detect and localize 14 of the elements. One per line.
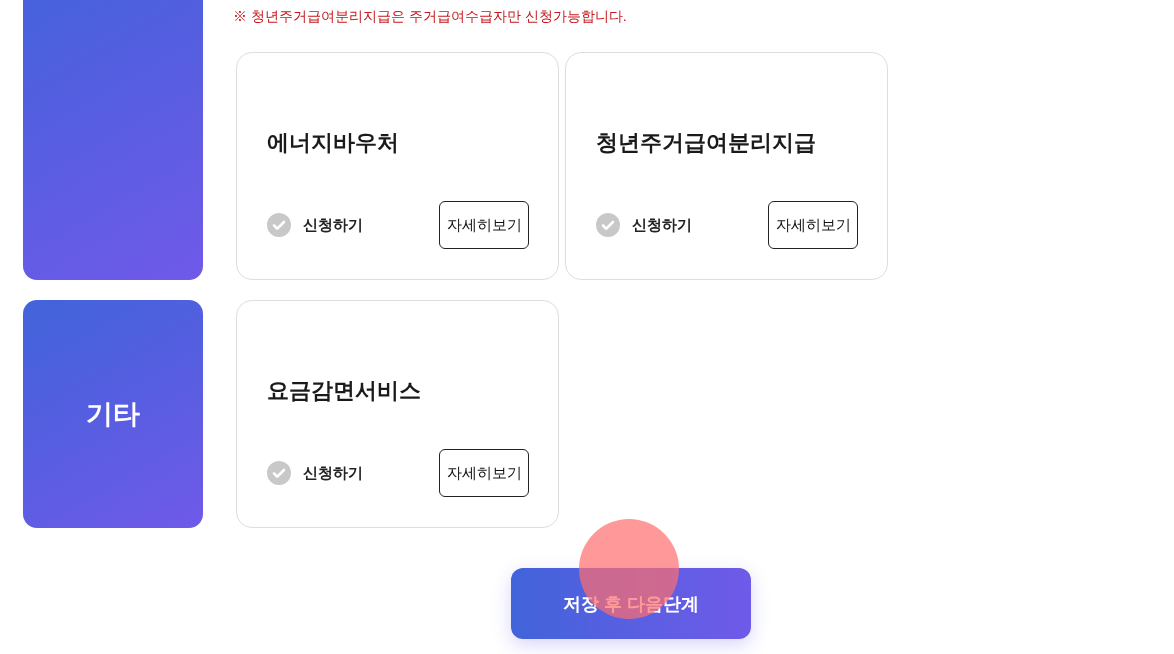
service-title: 요금감면서비스 (267, 377, 422, 405)
details-button[interactable]: 자세히보기 (439, 449, 529, 497)
apply-label[interactable]: 신청하기 (632, 215, 692, 235)
check-circle-icon[interactable] (267, 461, 291, 485)
service-title: 청년주거급여분리지급 (596, 129, 817, 157)
service-title: 에너지바우처 (267, 129, 400, 157)
notice-text: ※ 청년주거급여분리지급은 주거급여수급자만 신청가능합니다. (233, 7, 628, 26)
category-title: 기타 (86, 398, 140, 431)
check-circle-icon[interactable] (596, 213, 620, 237)
check-circle-icon[interactable] (267, 213, 291, 237)
details-button[interactable]: 자세히보기 (439, 201, 529, 249)
apply-label[interactable]: 신청하기 (303, 215, 363, 235)
details-button[interactable]: 자세히보기 (768, 201, 858, 249)
apply-label[interactable]: 신청하기 (303, 463, 363, 483)
